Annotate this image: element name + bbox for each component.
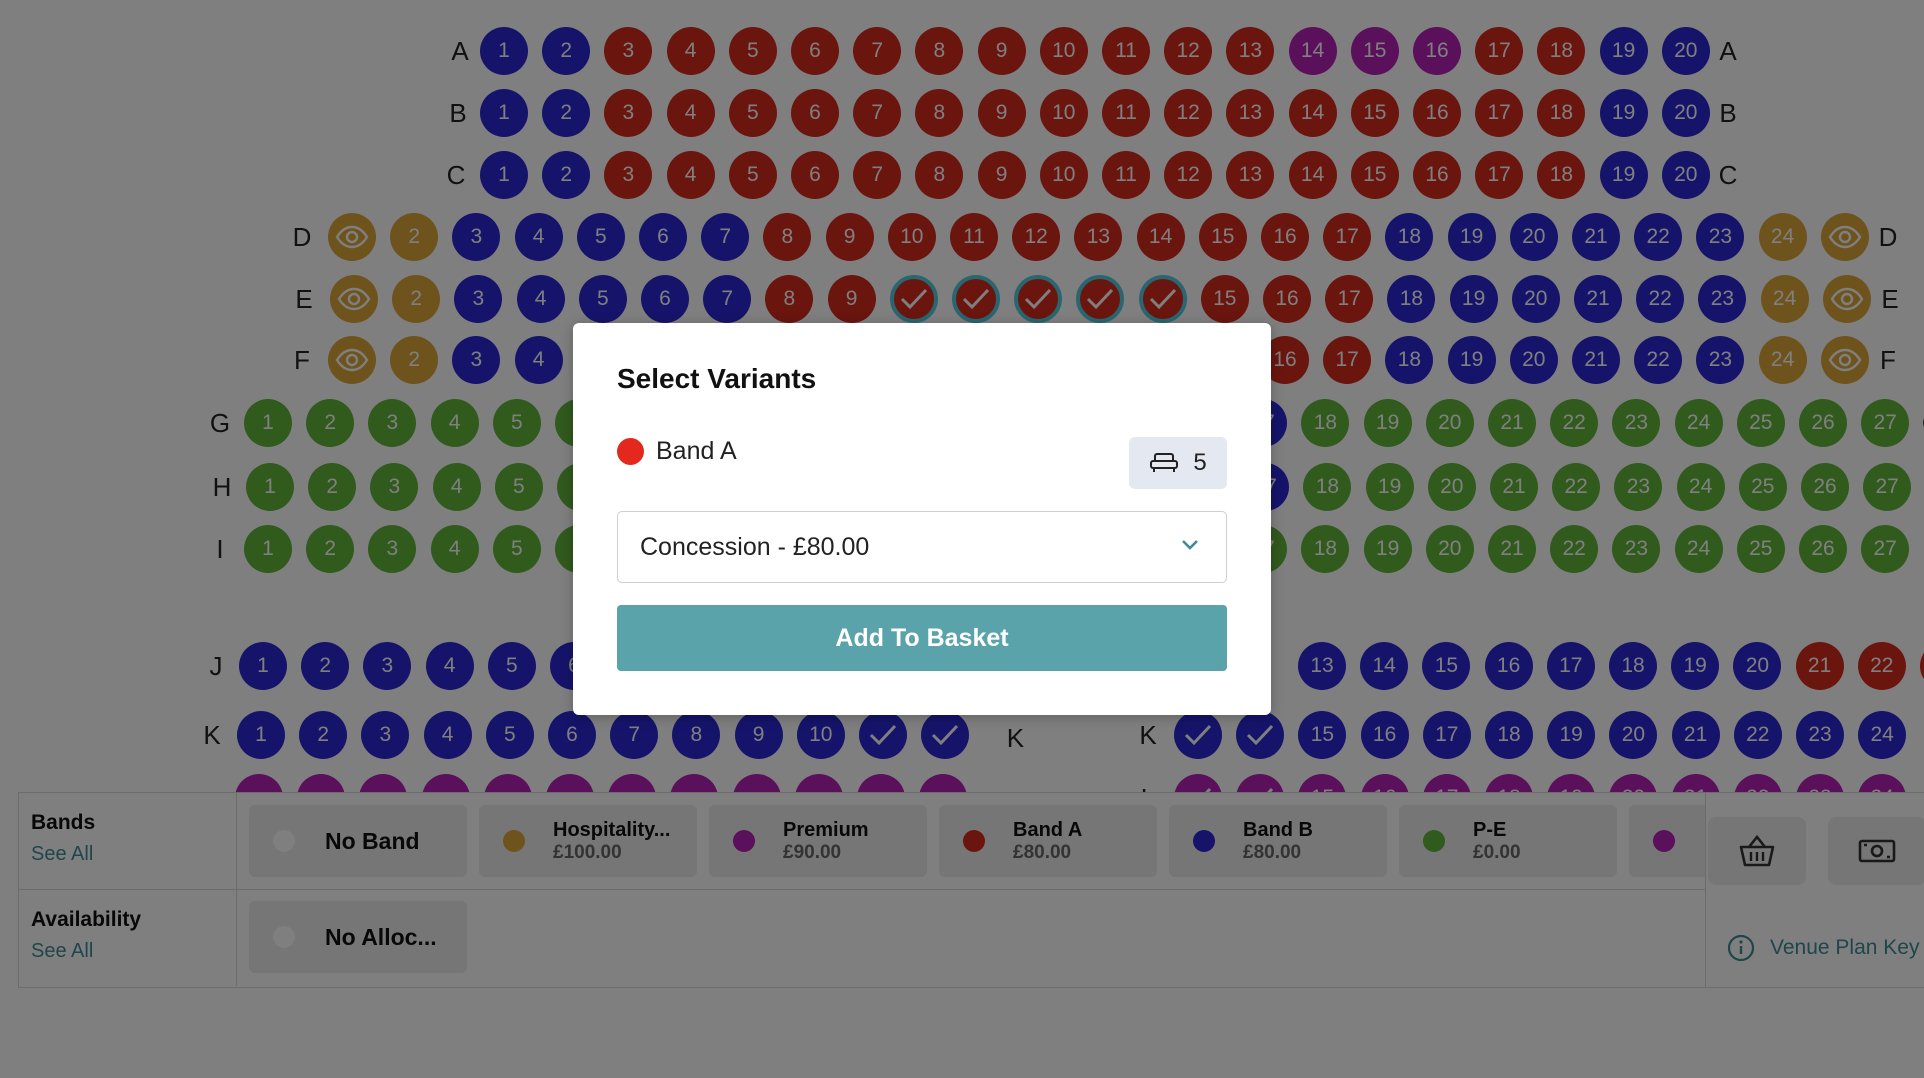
seat-count-badge: 5: [1129, 437, 1227, 489]
variant-value: Concession - £80.00: [640, 532, 870, 561]
select-variants-dialog: Select Variants Band A 5 Concession - £8…: [573, 323, 1271, 715]
selected-band: Band A: [617, 437, 737, 466]
variant-select[interactable]: Concession - £80.00: [617, 511, 1227, 583]
band-name: Band A: [656, 437, 737, 465]
dialog-title: Select Variants: [617, 363, 817, 394]
band-color-dot: [617, 438, 644, 465]
add-to-basket-button[interactable]: Add To Basket: [617, 605, 1227, 671]
venue-plan-app: AA1234567891011121314151617181920BB12345…: [0, 0, 1924, 1078]
seat-count: 5: [1193, 449, 1207, 476]
chevron-down-icon: [1182, 540, 1198, 550]
seat-icon: [1150, 453, 1179, 472]
